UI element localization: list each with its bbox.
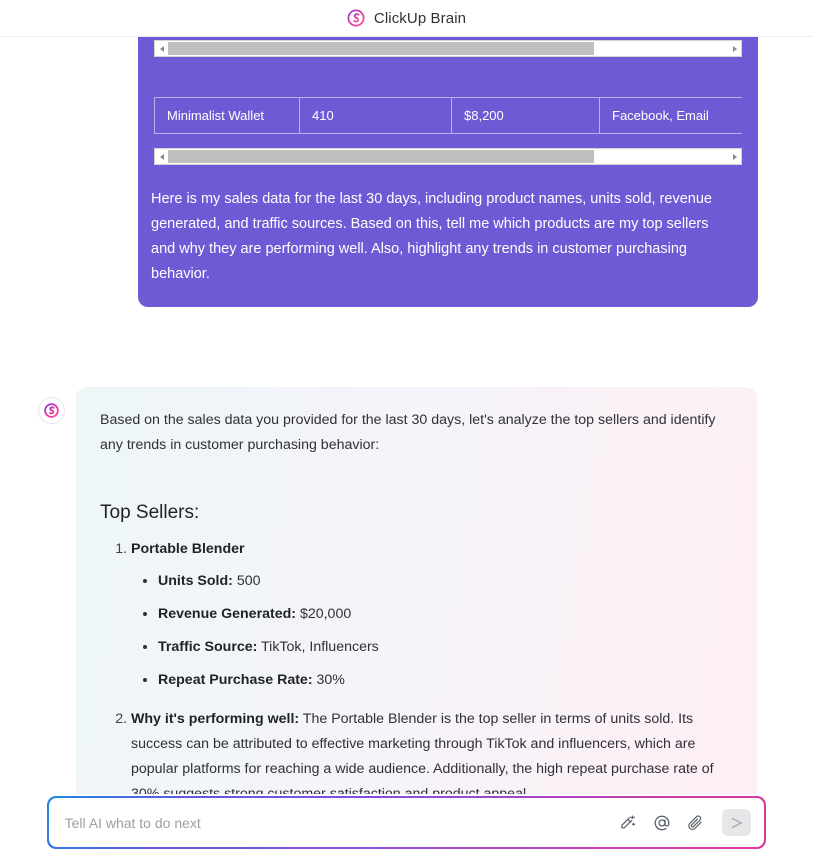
- list-item: Why it's performing well: The Portable B…: [131, 707, 731, 794]
- send-button[interactable]: [722, 809, 752, 836]
- section-heading-top-sellers: Top Sellers:: [100, 502, 200, 523]
- sales-data-table-2: Minimalist Wallet 410 $8,200 Facebook, E…: [154, 97, 742, 134]
- scrollbar-thumb-1[interactable]: [168, 42, 594, 55]
- scrollbar-track-1[interactable]: [168, 41, 728, 56]
- scroll-right-arrow-1[interactable]: [728, 41, 741, 56]
- detail-value: 500: [236, 573, 261, 589]
- product-detail-list: Units Sold: 500 Revenue Generated: $20,0…: [131, 568, 731, 692]
- user-message-text: Here is my sales data for the last 30 da…: [151, 191, 712, 282]
- clickup-brain-swirl-icon: [44, 403, 59, 418]
- detail-value: $20,000: [299, 606, 352, 622]
- detail-value: 30%: [316, 672, 345, 688]
- product-title: Portable Blender: [131, 541, 245, 557]
- row-spacer: [138, 57, 758, 97]
- table-row: Minimalist Wallet 410 $8,200 Facebook, E…: [154, 97, 742, 134]
- attach-button[interactable]: [685, 812, 706, 833]
- app-header: ClickUp Brain: [0, 0, 813, 37]
- top-sellers-list: Portable Blender Units Sold: 500 Revenue…: [100, 537, 731, 794]
- cell-product: Minimalist Wallet: [154, 97, 300, 134]
- cell-units-sold: 410: [299, 97, 452, 134]
- send-arrow-icon: [731, 817, 742, 828]
- cell-revenue: $8,200: [451, 97, 600, 134]
- composer: [47, 796, 766, 849]
- scroll-left-arrow-1[interactable]: [155, 41, 168, 56]
- page-title: ClickUp Brain: [373, 9, 467, 27]
- avatar: [38, 397, 65, 424]
- mention-at-icon: [654, 815, 670, 830]
- assistant-message-bubble: Based on the sales data you provided for…: [76, 387, 757, 794]
- composer-inner: [48, 797, 765, 848]
- scrollbar-track-2[interactable]: [168, 149, 728, 164]
- list-item: Traffic Source: TikTok, Influencers: [158, 634, 731, 659]
- clickup-brain-swirl-icon: [347, 9, 365, 27]
- list-item: Revenue Generated: $20,000: [158, 601, 731, 626]
- scrollbar-thumb-2[interactable]: [168, 150, 594, 163]
- mention-button[interactable]: [651, 812, 672, 833]
- prompt-input[interactable]: [64, 814, 618, 831]
- scroll-right-arrow-2[interactable]: [728, 149, 741, 164]
- user-message-bubble: Portable Blender 500 $20,000 TikTok, Inf…: [138, 37, 758, 307]
- conversation-scroll-area[interactable]: Portable Blender 500 $20,000 TikTok, Inf…: [0, 37, 813, 794]
- table-horizontal-scrollbar-1[interactable]: [154, 40, 742, 57]
- detail-label: Repeat Purchase Rate:: [158, 672, 313, 688]
- assistant-message-row: Based on the sales data you provided for…: [0, 387, 813, 794]
- table-scroll-block-2: Minimalist Wallet 410 $8,200 Facebook, E…: [138, 97, 758, 165]
- table-horizontal-scrollbar-2[interactable]: [154, 148, 742, 165]
- assistant-intro-text: Based on the sales data you provided for…: [100, 412, 716, 453]
- list-item: Units Sold: 500: [158, 568, 731, 593]
- detail-label: Traffic Source:: [158, 639, 258, 655]
- paperclip-icon: [688, 815, 703, 831]
- data-table-viewport-2: Minimalist Wallet 410 $8,200 Facebook, E…: [154, 97, 742, 134]
- detail-value: TikTok, Influencers: [261, 639, 379, 655]
- magic-wand-icon: [621, 815, 636, 829]
- list-item: Portable Blender Units Sold: 500 Revenue…: [131, 537, 731, 692]
- list-item: Repeat Purchase Rate: 30%: [158, 667, 731, 692]
- composer-actions: [617, 809, 752, 836]
- table-scroll-block-1: Portable Blender 500 $20,000 TikTok, Inf…: [138, 37, 758, 57]
- scroll-left-arrow-2[interactable]: [155, 149, 168, 164]
- detail-label: Units Sold:: [158, 573, 233, 589]
- why-performing-label: Why it's performing well:: [131, 711, 300, 727]
- cell-traffic-sources: Facebook, Email: [599, 97, 742, 134]
- detail-label: Revenue Generated:: [158, 606, 296, 622]
- ai-tools-button[interactable]: [617, 812, 638, 833]
- composer-zone: [0, 794, 813, 859]
